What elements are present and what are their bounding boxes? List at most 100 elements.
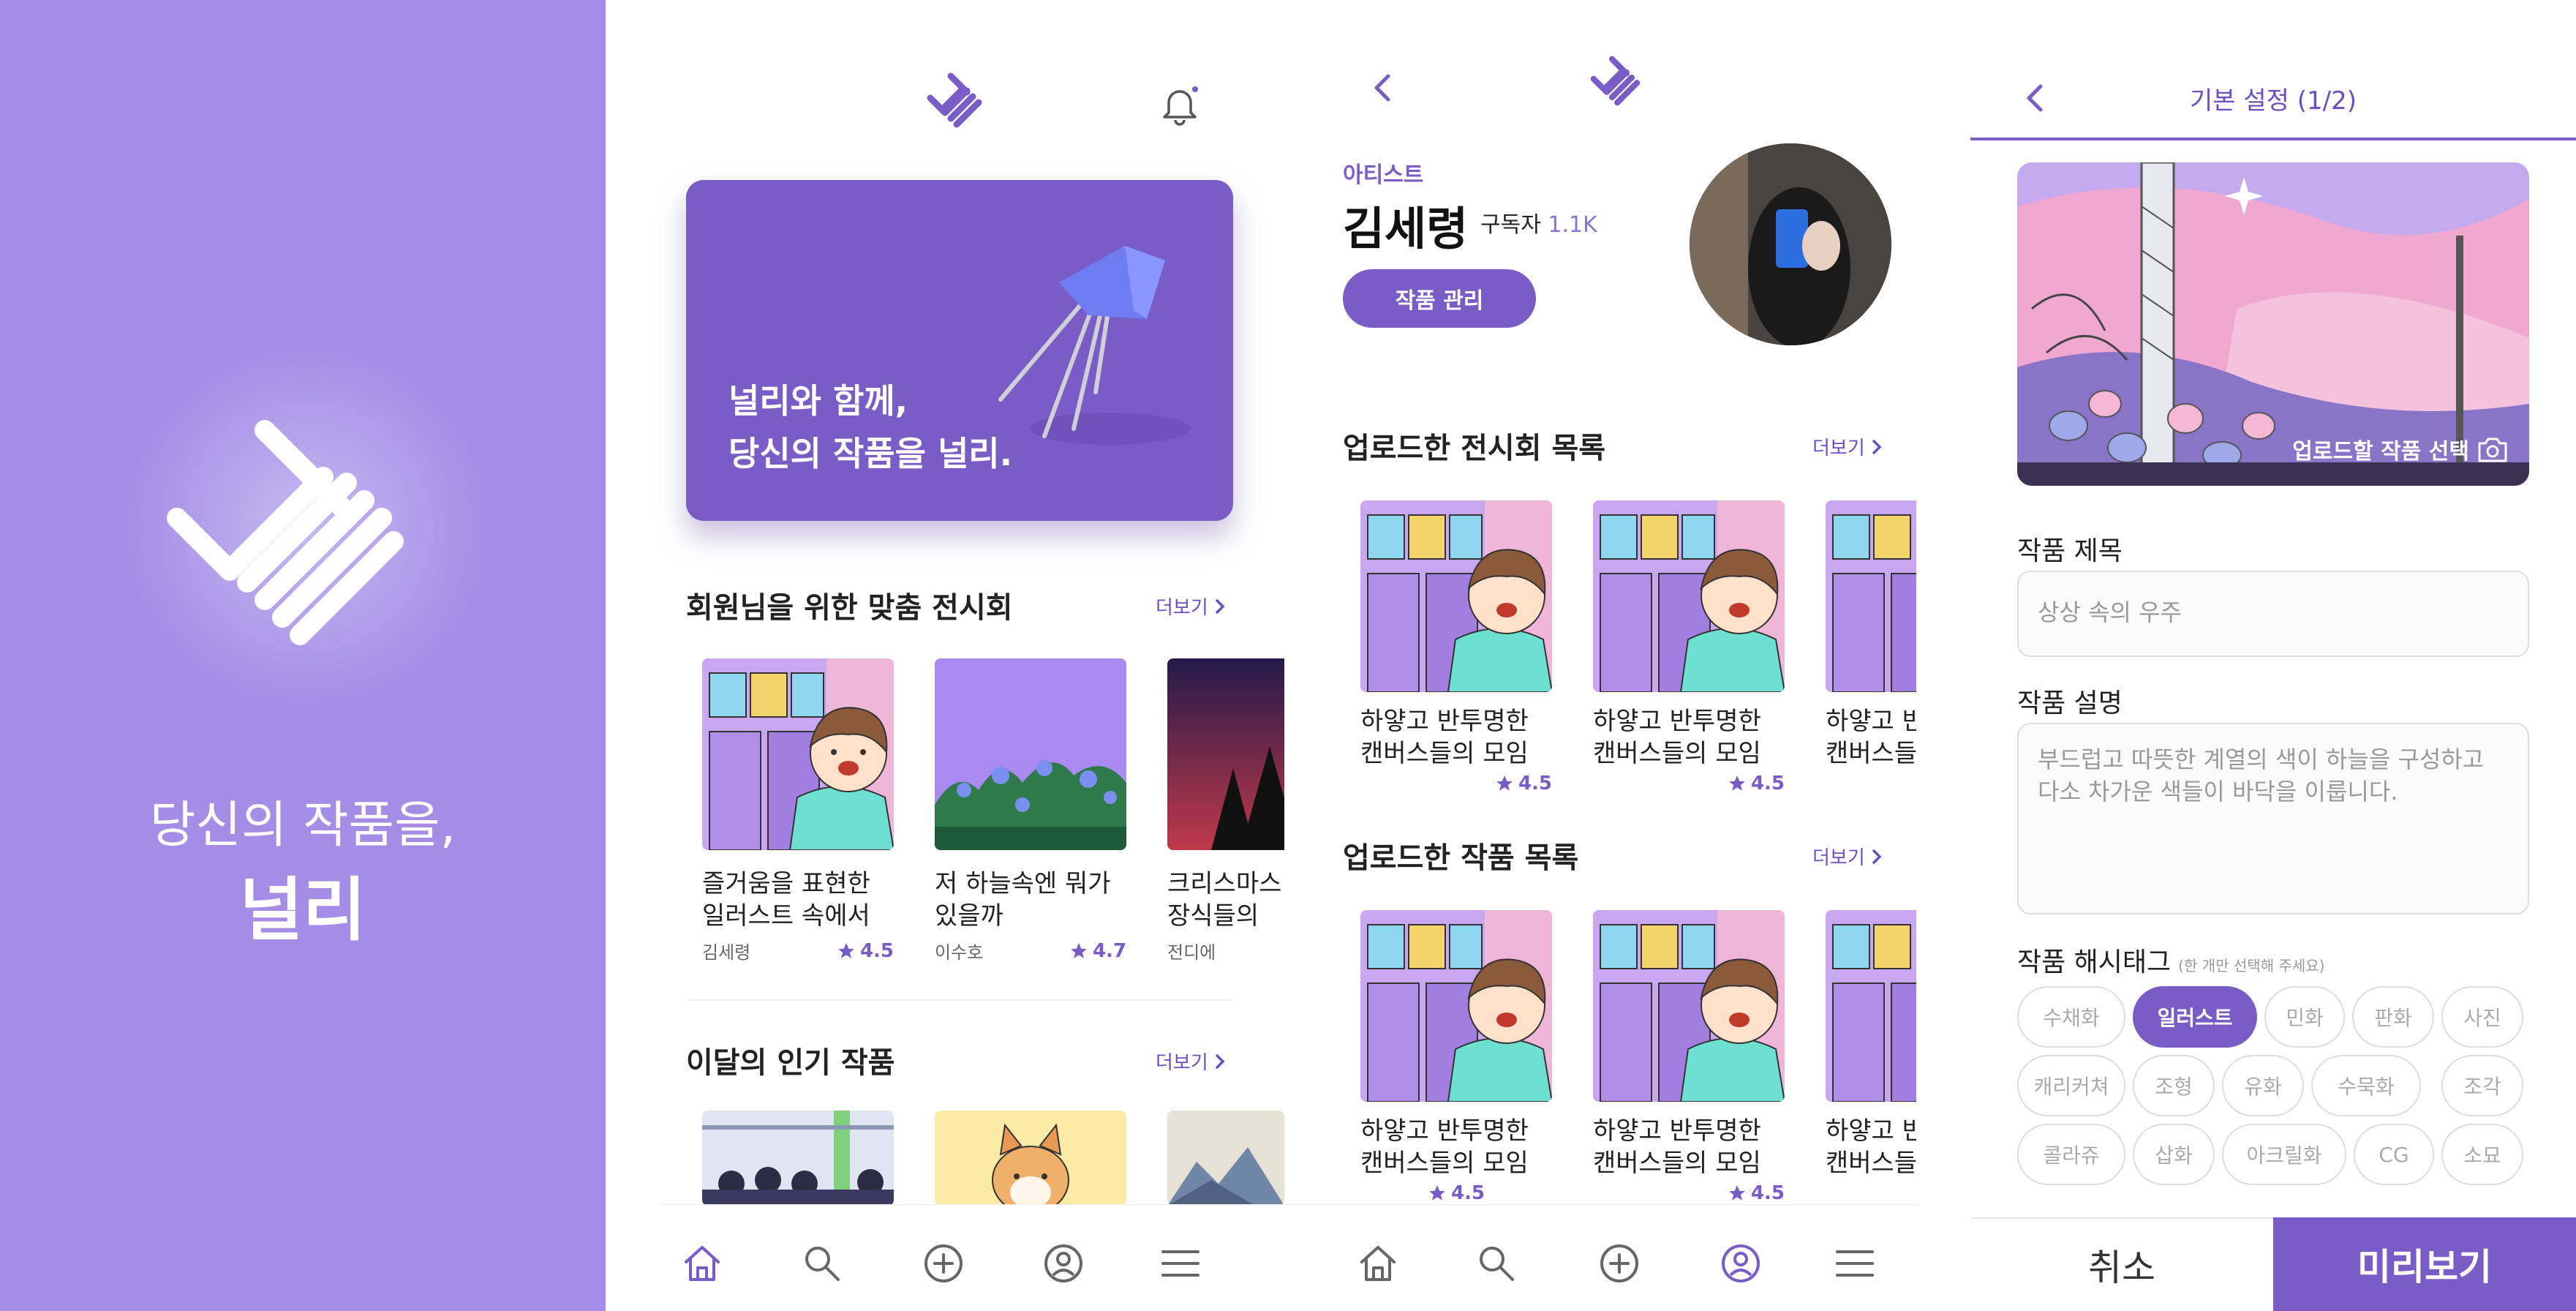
- exhibition-card[interactable]: 저 하늘속엔 뭐가 있을까 이수호 4.7: [935, 658, 1140, 963]
- splash-screen: 당신의 작품을, 널리: [0, 0, 606, 1311]
- card-title-line2: 캔버스들의 모임: [1593, 1149, 1761, 1178]
- home-icon[interactable]: [1356, 1241, 1400, 1285]
- hashtag-chip[interactable]: 조형: [2133, 1055, 2215, 1116]
- work-card[interactable]: 하얗고 반투 캔버스들의: [1826, 910, 1916, 1179]
- card-title-line1: 하얗고 반투명한: [1360, 1116, 1529, 1146]
- cancel-button[interactable]: 취소: [1970, 1217, 2273, 1311]
- card-thumbnail: [935, 658, 1126, 850]
- title-placeholder: 상상 속의 우주: [2038, 598, 2182, 626]
- arcade-illustration: [1593, 910, 1785, 1102]
- popular-thumbnail[interactable]: [1167, 1111, 1284, 1206]
- subscriber-info: 구독자 1.1K: [1480, 206, 1597, 238]
- card-title-line2: 캔버스들의: [1826, 1149, 1916, 1178]
- exhibition-card[interactable]: 하얗고 반투명한 캔버스들의 모임 4.5: [1360, 500, 1558, 795]
- mountain-illustration: [1167, 1111, 1284, 1206]
- image-upload-hint[interactable]: 업로드할 작품 선택: [2292, 433, 2509, 465]
- popular-thumbnail[interactable]: [702, 1111, 894, 1206]
- more-link[interactable]: 더보기: [1812, 843, 1883, 870]
- card-thumbnail: [1826, 500, 1916, 692]
- title-label: 작품 제목: [2017, 536, 2123, 566]
- page-title: 기본 설정 (1/2): [2190, 86, 2357, 116]
- hashtag-chip[interactable]: 유화: [2222, 1055, 2304, 1116]
- avatar-photo: [1690, 143, 1891, 345]
- more-label: 더보기: [1812, 847, 1865, 869]
- title-input[interactable]: 상상 속의 우주: [2017, 571, 2529, 657]
- artwork-image-picker[interactable]: 업로드할 작품 선택: [2017, 162, 2529, 486]
- card-title-line1: 크리스마스: [1167, 869, 1282, 898]
- more-label: 더보기: [1812, 437, 1865, 459]
- hashtag-chip[interactable]: 민화: [2264, 986, 2345, 1048]
- exhibition-card[interactable]: 크리스마스 장식들의 전디에: [1167, 658, 1284, 963]
- card-thumbnail: [1593, 910, 1785, 1102]
- artist-name: 김세령: [1343, 202, 1469, 255]
- card-thumbnail: [1167, 658, 1284, 850]
- more-label: 더보기: [1156, 597, 1208, 619]
- search-icon[interactable]: [1475, 1241, 1518, 1285]
- card-title-line1: 하얗고 반투: [1826, 707, 1916, 736]
- hashtag-chip[interactable]: 수묵화: [2311, 1055, 2421, 1116]
- chevron-right-icon: [1216, 1053, 1225, 1069]
- arcade-illustration: [1826, 910, 1916, 1102]
- add-icon[interactable]: [922, 1241, 965, 1285]
- exhibition-card[interactable]: 즐거움을 표현한 일러스트 속에서 김세령 4.5: [702, 658, 907, 963]
- arcade-illustration: [1360, 910, 1552, 1102]
- bell-icon[interactable]: [1159, 82, 1201, 126]
- star-icon: [1729, 1185, 1745, 1201]
- card-title-line2: 일러스트 속에서: [702, 901, 870, 931]
- menu-icon[interactable]: [1159, 1241, 1202, 1285]
- add-icon[interactable]: [1597, 1241, 1641, 1285]
- section-title: 회원님을 위한 맞춤 전시회: [686, 591, 1013, 625]
- profile-icon[interactable]: [1042, 1241, 1085, 1285]
- rating-value: 4.5: [1750, 773, 1785, 795]
- more-link[interactable]: 더보기: [1156, 1048, 1226, 1075]
- back-arrow-icon[interactable]: [1371, 72, 1396, 104]
- preview-button[interactable]: 미리보기: [2273, 1217, 2576, 1311]
- exhibition-card[interactable]: 하얗고 반투명한 캔버스들의 모임 4.5: [1593, 500, 1790, 795]
- nulli-logo-icon[interactable]: [922, 67, 995, 140]
- home-icon[interactable]: [680, 1241, 724, 1285]
- description-textarea[interactable]: 부드럽고 따뜻한 계열의 색이 하늘을 구성하고 다소 차가운 색들이 바닥을 …: [2017, 723, 2529, 914]
- splash-tagline: 당신의 작품을,: [149, 797, 456, 854]
- manage-works-button[interactable]: 작품 관리: [1343, 269, 1536, 328]
- section-title: 업로드한 전시회 목록: [1343, 432, 1606, 465]
- more-link[interactable]: 더보기: [1156, 593, 1226, 620]
- hashtag-chip[interactable]: 아크릴화: [2222, 1124, 2346, 1185]
- section-title: 업로드한 작품 목록: [1343, 841, 1579, 875]
- hashtag-chip-selected[interactable]: 일러스트: [2133, 986, 2257, 1048]
- hashtag-chip[interactable]: 수채화: [2017, 986, 2125, 1048]
- subscriber-count: 1.1K: [1548, 212, 1597, 238]
- description-label: 작품 설명: [2017, 688, 2123, 718]
- hashtag-chip[interactable]: 소묘: [2441, 1124, 2523, 1185]
- hashtag-chip[interactable]: 삽화: [2133, 1124, 2215, 1185]
- hashtag-chip[interactable]: CG: [2354, 1124, 2434, 1185]
- rating-value: 4.5: [1450, 1182, 1485, 1204]
- hashtag-chip[interactable]: 사진: [2441, 986, 2523, 1048]
- card-title-line2: 캔버스들의 모임: [1360, 739, 1529, 768]
- work-card[interactable]: 하얗고 반투명한 캔버스들의 모임 4.5: [1593, 910, 1790, 1204]
- search-icon[interactable]: [800, 1241, 844, 1285]
- avatar[interactable]: [1690, 143, 1891, 345]
- work-card[interactable]: 하얗고 반투명한 캔버스들의 모임 4.5: [1360, 910, 1558, 1204]
- card-rating: 4.7: [1069, 940, 1126, 962]
- artist-profile-screen: 아티스트 김세령 구독자 1.1K 작품 관리 업로드한 전시회 목록 더보기: [1315, 0, 1970, 1311]
- more-link[interactable]: 더보기: [1812, 433, 1883, 460]
- profile-icon[interactable]: [1719, 1241, 1763, 1285]
- nulli-logo-icon[interactable]: [1586, 51, 1652, 117]
- hashtag-label: 작품 해시태그: [2017, 947, 2172, 977]
- hashtag-chip[interactable]: 캐리커쳐: [2017, 1055, 2125, 1116]
- hashtag-chip[interactable]: 콜라쥬: [2017, 1124, 2125, 1185]
- popular-thumbnail[interactable]: [935, 1111, 1126, 1206]
- role-label: 아티스트: [1343, 162, 1424, 188]
- hashtag-chip[interactable]: 판화: [2352, 986, 2434, 1048]
- hashtag-chip[interactable]: 조각: [2441, 1055, 2523, 1116]
- star-icon: [1496, 775, 1513, 791]
- night-sky-illustration: [1167, 658, 1284, 850]
- star-icon: [1429, 1185, 1445, 1201]
- subscriber-label: 구독자: [1480, 212, 1541, 238]
- exhibition-card[interactable]: 하얗고 반투 캔버스들의: [1826, 500, 1916, 770]
- star-icon: [838, 942, 854, 958]
- menu-icon[interactable]: [1833, 1241, 1877, 1285]
- card-title-line1: 저 하늘속엔 뭐가: [935, 869, 1111, 898]
- hero-banner[interactable]: 널리와 함께, 당신의 작품을 널리.: [686, 180, 1233, 521]
- rating-value: 4.5: [1750, 1182, 1785, 1204]
